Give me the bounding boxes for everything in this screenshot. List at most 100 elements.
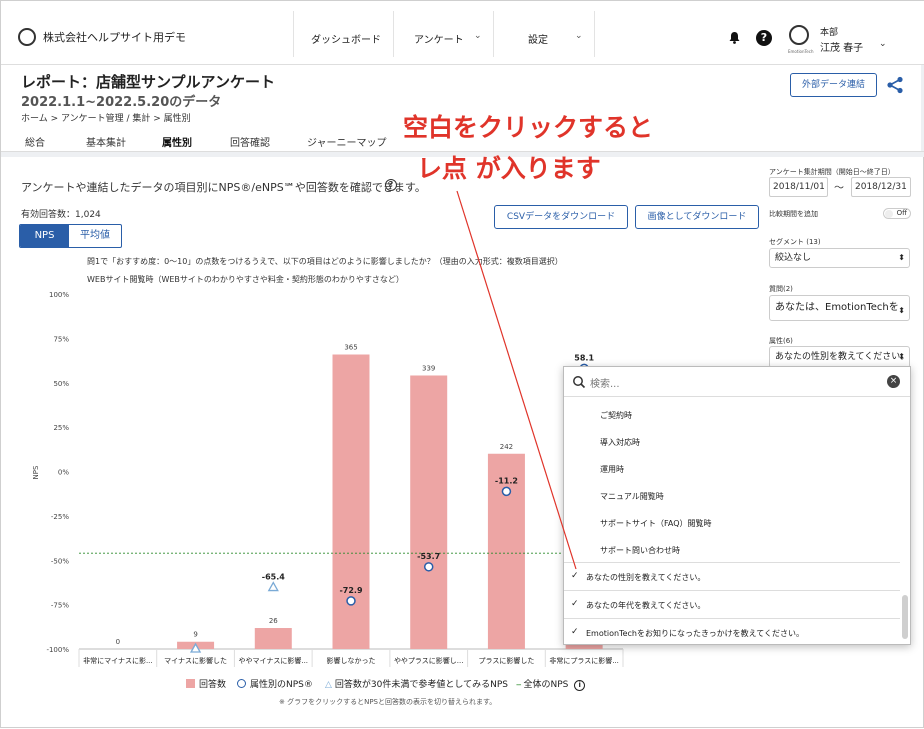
dropdown-option[interactable]: マニュアル閲覧時 bbox=[564, 491, 900, 502]
dropdown-option-checked[interactable]: ✓ あなたの年代を教えてください。 bbox=[564, 599, 900, 611]
legend-count: 回答数 bbox=[186, 677, 226, 690]
external-data-button[interactable]: 外部データ連結 bbox=[790, 73, 877, 97]
page-subtitle: 2022.1.1~2022.5.20のデータ bbox=[21, 95, 222, 110]
select-arrows-icon: ⬍ bbox=[898, 352, 905, 361]
legend-circle-swatch bbox=[237, 679, 246, 688]
help-icon[interactable]: ? bbox=[756, 30, 772, 46]
toggle-state: Off bbox=[896, 209, 907, 217]
select-arrows-icon: ⬍ bbox=[898, 253, 905, 262]
nps-reference-marker bbox=[267, 581, 279, 592]
dropdown-option[interactable]: ご契約時 bbox=[564, 410, 900, 421]
y-tick-label: -50% bbox=[51, 557, 69, 565]
avatar[interactable] bbox=[789, 25, 809, 45]
dropdown-divider bbox=[564, 562, 900, 563]
page-title: レポート：店舗型サンプルアンケート bbox=[21, 73, 275, 91]
nav-survey[interactable]: アンケート bbox=[414, 31, 464, 46]
share-icon[interactable] bbox=[886, 76, 904, 94]
x-tick-label: ややプラスに影響し... bbox=[394, 656, 464, 665]
count-label: 339 bbox=[422, 364, 435, 372]
chevron-down-icon[interactable]: ⌄ bbox=[879, 39, 887, 49]
nps-label: -53.7 bbox=[417, 552, 440, 561]
attribute-dropdown[interactable]: 検索... × ご契約時 導入対応時 運用時 マニュアル閲覧時 サポートサイト（… bbox=[563, 366, 911, 645]
bar-count bbox=[254, 628, 292, 649]
dropdown-divider bbox=[564, 590, 900, 591]
dropdown-option[interactable]: サポートサイト（FAQ）閲覧時 bbox=[564, 518, 900, 529]
segment-select[interactable]: 絞込なし ⬍ bbox=[769, 248, 910, 268]
nav-divider bbox=[493, 11, 494, 57]
select-arrows-icon: ⬍ bbox=[898, 306, 905, 315]
search-input[interactable]: 検索... bbox=[590, 375, 620, 390]
y-tick-label: 25% bbox=[53, 424, 69, 432]
toggle-average[interactable]: 平均値 bbox=[69, 225, 121, 247]
info-icon[interactable]: i bbox=[574, 680, 586, 691]
dropdown-option-checked[interactable]: ✓ あなたの性別を教えてください。 bbox=[564, 571, 900, 583]
x-tick-label: 非常にマイナスに影... bbox=[83, 656, 153, 665]
dropdown-option-checked[interactable]: ✓ EmotionTechをお知りになったきっかけを教えてください。 bbox=[564, 627, 900, 639]
user-name[interactable]: 江茂 春子 bbox=[820, 39, 863, 54]
count-label: 9 bbox=[193, 631, 197, 639]
count-label: 242 bbox=[500, 443, 513, 451]
question-select[interactable]: あなたは、EmotionTechを ⬍ bbox=[769, 295, 910, 321]
dropdown-divider bbox=[564, 618, 900, 619]
company-logo-icon bbox=[18, 28, 36, 46]
tab-divider bbox=[1, 151, 924, 152]
date-from-input[interactable]: 2018/11/01 bbox=[769, 177, 828, 197]
tab-responses[interactable]: 回答確認 bbox=[230, 134, 270, 149]
page-description: アンケートや連結したデータの項目別にNPS®/eNPS℠や回答数を確認できます。 bbox=[21, 181, 426, 194]
nav-divider bbox=[293, 11, 294, 57]
tab-by-attribute[interactable]: 属性別 bbox=[162, 134, 192, 149]
y-tick-label: 0% bbox=[58, 469, 69, 477]
help-icon[interactable]: ? bbox=[385, 179, 397, 191]
nav-divider bbox=[594, 11, 595, 57]
dropdown-option[interactable]: 運用時 bbox=[564, 464, 900, 475]
csv-download-button[interactable]: CSVデータをダウンロード bbox=[494, 205, 628, 229]
compare-label: 比較期間を追加 bbox=[769, 210, 818, 218]
x-tick-label: プラスに影響した bbox=[478, 656, 534, 665]
nps-marker bbox=[501, 486, 512, 497]
legend-overall-label: 全体のNPS bbox=[523, 680, 569, 690]
breadcrumb[interactable]: ホーム > アンケート管理 / 集計 > 属性別 bbox=[21, 111, 191, 124]
x-tick-label: 影響しなかった bbox=[327, 656, 376, 665]
chevron-down-icon: ⌄ bbox=[474, 31, 482, 41]
chevron-down-icon: ⌄ bbox=[575, 31, 583, 41]
option-label: あなたの年代を教えてください。 bbox=[586, 601, 706, 610]
tab-basic-stats[interactable]: 基本集計 bbox=[86, 134, 126, 149]
bell-icon[interactable] bbox=[728, 31, 741, 44]
annotation-text-line1: 空白をクリックすると bbox=[403, 113, 654, 142]
legend-bar-swatch bbox=[186, 679, 195, 688]
date-to-input[interactable]: 2018/12/31 bbox=[851, 177, 911, 197]
option-label: EmotionTechをお知りになったきっかけを教えてください。 bbox=[586, 629, 805, 638]
attribute-value: あなたの性別を教えてください。 bbox=[775, 352, 910, 362]
y-axis-label: NPS bbox=[32, 465, 40, 479]
x-tick-label: 非常にプラスに影響... bbox=[549, 656, 619, 665]
segment-value: 絞込なし bbox=[775, 253, 812, 263]
nav-settings[interactable]: 設定 bbox=[528, 31, 548, 46]
dropdown-scrollbar[interactable] bbox=[902, 595, 908, 639]
nps-marker bbox=[423, 562, 434, 572]
chart-note: ※ グラフをクリックするとNPSと回答数の表示を切り替えられます。 bbox=[279, 698, 497, 706]
toggle-nps[interactable]: NPS bbox=[20, 225, 69, 247]
dropdown-option[interactable]: 導入対応時 bbox=[564, 437, 900, 448]
metric-toggle[interactable]: NPS 平均値 bbox=[19, 224, 122, 248]
y-tick-label: -100% bbox=[46, 646, 69, 654]
dropdown-option[interactable]: サポート問い合わせ時 bbox=[564, 545, 900, 556]
nav-dashboard[interactable]: ダッシュボード bbox=[311, 31, 381, 46]
check-icon: ✓ bbox=[571, 599, 579, 609]
compare-toggle[interactable]: Off bbox=[883, 208, 911, 219]
nps-chart[interactable]: 100% 75% 50% 25% 0% -25% -50% -75% -100% NPS 0 9 26 3… bbox=[1, 281, 641, 675]
x-tick-label: ややマイナスに影響... bbox=[239, 656, 309, 665]
nps-marker bbox=[346, 596, 356, 606]
clear-icon[interactable]: × bbox=[887, 375, 900, 388]
y-tick-label: -25% bbox=[51, 513, 69, 521]
search-icon bbox=[573, 376, 586, 389]
tab-journey-map[interactable]: ジャーニーマップ bbox=[307, 134, 387, 149]
y-tick-label: 50% bbox=[53, 380, 69, 388]
question-label: 質問(2) bbox=[769, 285, 793, 293]
image-download-button[interactable]: 画像としてダウンロード bbox=[635, 205, 759, 229]
tab-summary[interactable]: 総合 bbox=[25, 134, 45, 149]
attribute-select[interactable]: あなたの性別を教えてください。 ⬍ bbox=[769, 346, 910, 368]
count-label: 0 bbox=[116, 638, 120, 646]
nps-label: 58.1 bbox=[574, 353, 594, 362]
bar-count bbox=[410, 375, 448, 649]
legend-count-label: 回答数 bbox=[199, 680, 227, 690]
